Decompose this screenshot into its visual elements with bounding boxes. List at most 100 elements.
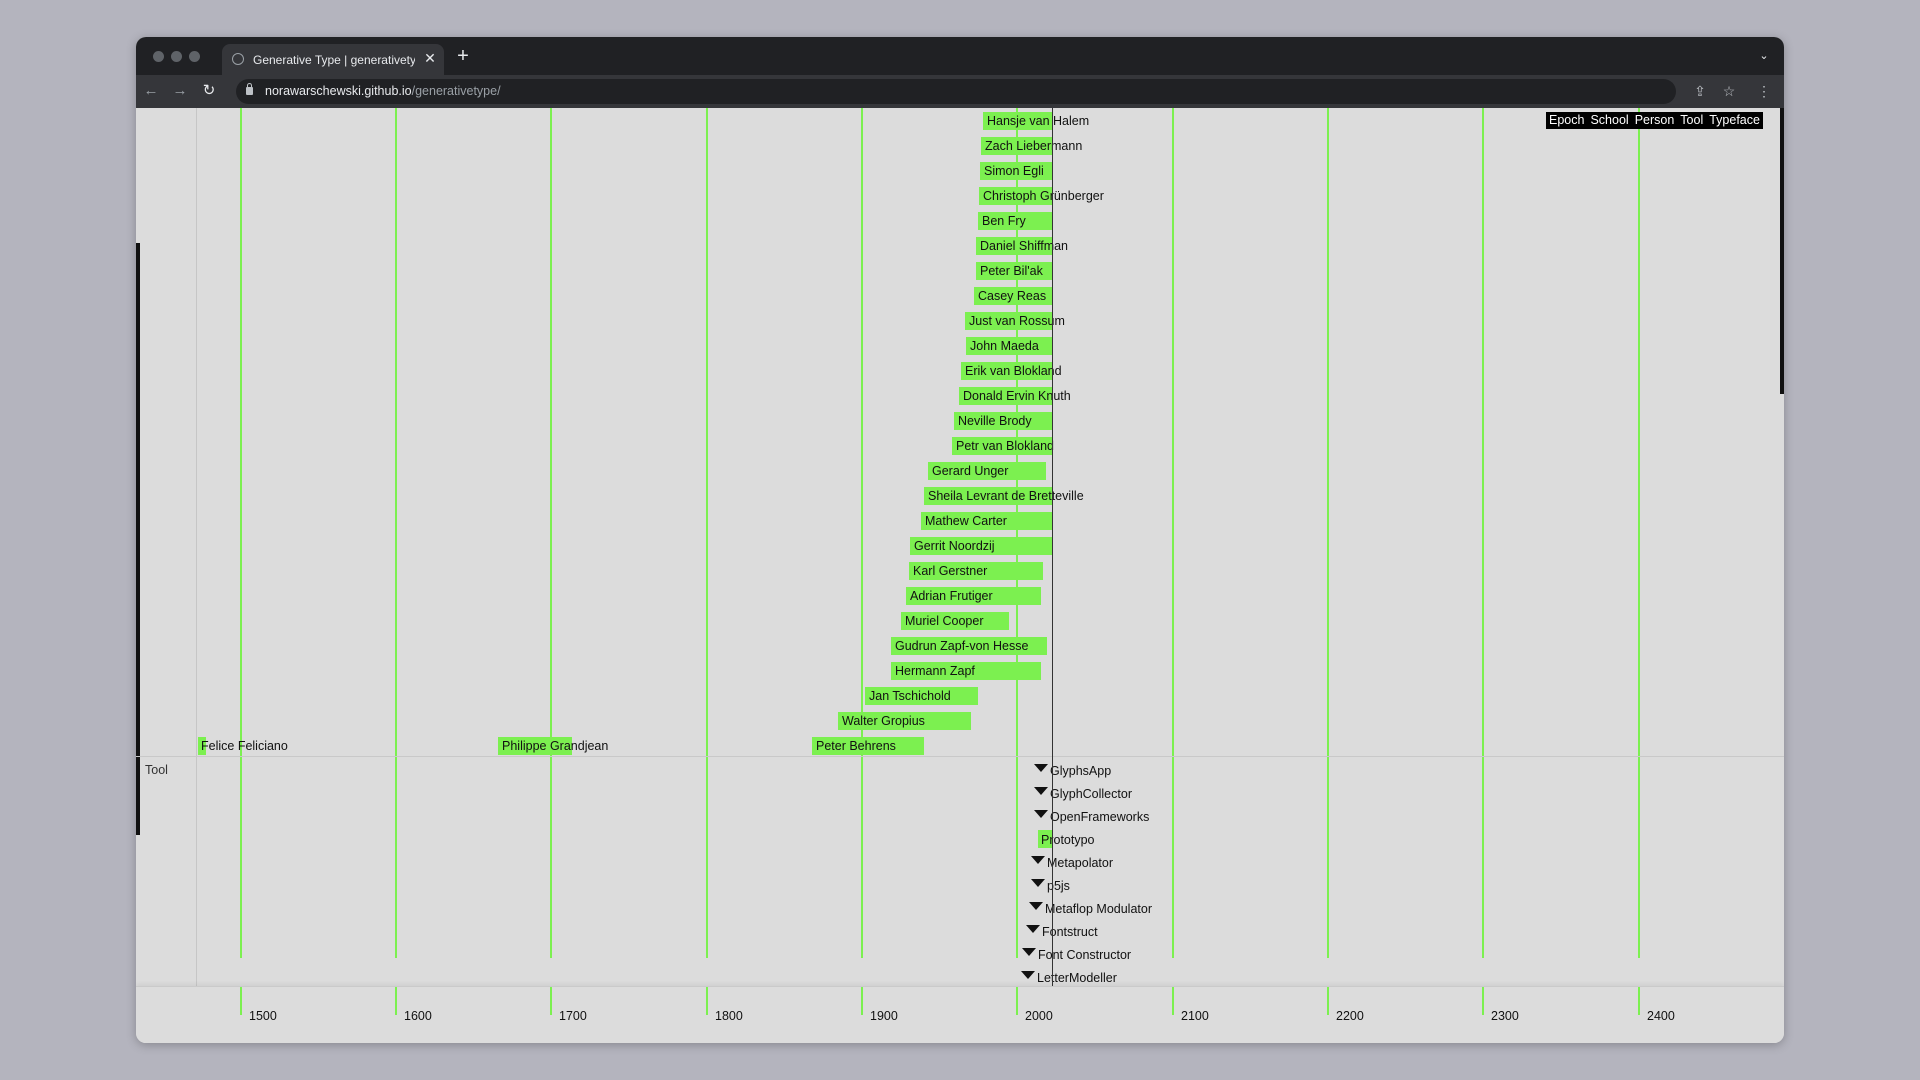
triangle-marker-icon[interactable] <box>1031 879 1045 887</box>
year-tick <box>1638 987 1640 1015</box>
year-label: 2100 <box>1181 1009 1209 1023</box>
year-tick <box>861 987 863 1015</box>
year-label: 1900 <box>870 1009 898 1023</box>
person-label[interactable]: Jan Tschichold <box>869 688 951 704</box>
person-label[interactable]: Walter Gropius <box>842 713 925 729</box>
triangle-marker-icon[interactable] <box>1031 856 1045 864</box>
scroll-indicator-left <box>136 243 140 835</box>
year-label: 1500 <box>249 1009 277 1023</box>
century-gridline <box>1638 108 1640 958</box>
scrollbar-thumb[interactable] <box>1780 108 1784 394</box>
url-text[interactable]: norawarschewski.github.io/generativetype… <box>265 84 501 98</box>
kebab-menu-icon[interactable]: ⋮ <box>1753 80 1775 102</box>
browser-tab[interactable]: Generative Type | generativetype ✕ <box>222 44 444 75</box>
triangle-marker-icon[interactable] <box>1034 810 1048 818</box>
year-label: 2200 <box>1336 1009 1364 1023</box>
person-label[interactable]: Erik van Blokland <box>965 363 1062 379</box>
tab-search-chevron-icon[interactable]: ⌄ <box>1754 46 1774 66</box>
century-gridline <box>240 108 242 958</box>
maximize-window-dot[interactable] <box>189 51 200 62</box>
person-label[interactable]: Gudrun Zapf-von Hesse <box>895 638 1028 654</box>
person-label[interactable]: Hermann Zapf <box>895 663 975 679</box>
url-path: /generativetype/ <box>411 84 501 98</box>
tool-label[interactable]: Metapolator <box>1047 855 1113 871</box>
triangle-marker-icon[interactable] <box>1021 971 1035 979</box>
person-label[interactable]: Sheila Levrant de Bretteville <box>928 488 1084 504</box>
year-tick <box>1327 987 1329 1015</box>
browser-window: Generative Type | generativetype ✕ + ⌄ ←… <box>136 37 1784 1043</box>
new-tab-button[interactable]: + <box>451 44 475 68</box>
person-label[interactable]: Philippe Grandjean <box>502 738 608 754</box>
year-label: 2300 <box>1491 1009 1519 1023</box>
tool-label[interactable]: LetterModeller <box>1037 970 1117 986</box>
tool-label[interactable]: Prototypo <box>1041 832 1095 848</box>
forward-icon[interactable]: → <box>169 80 191 102</box>
person-label[interactable]: Peter Behrens <box>816 738 896 754</box>
person-label[interactable]: Simon Egli <box>984 163 1044 179</box>
triangle-marker-icon[interactable] <box>1034 787 1048 795</box>
filter-tool[interactable]: Tool <box>1680 112 1703 129</box>
year-tick <box>706 987 708 1015</box>
browser-toolbar: ← → ↻ norawarschewski.github.io/generati… <box>136 75 1784 108</box>
minimize-window-dot[interactable] <box>171 51 182 62</box>
person-label[interactable]: Petr van Blokland <box>956 438 1054 454</box>
globe-icon <box>232 53 244 65</box>
person-label[interactable]: Muriel Cooper <box>905 613 984 629</box>
person-label[interactable]: Mathew Carter <box>925 513 1007 529</box>
tool-label[interactable]: p5js <box>1047 878 1070 894</box>
person-label[interactable]: Karl Gerstner <box>913 563 987 579</box>
century-gridline <box>1482 108 1484 958</box>
category-filter-bar: Epoch School Person Tool Typeface <box>1546 112 1763 129</box>
filter-person[interactable]: Person <box>1635 112 1675 129</box>
reload-icon[interactable]: ↻ <box>198 80 220 102</box>
person-label[interactable]: Gerrit Noordzij <box>914 538 995 554</box>
century-gridline <box>1327 108 1329 958</box>
triangle-marker-icon[interactable] <box>1026 925 1040 933</box>
person-label[interactable]: Adrian Frutiger <box>910 588 993 604</box>
year-label: 2400 <box>1647 1009 1675 1023</box>
person-label[interactable]: Daniel Shiffman <box>980 238 1068 254</box>
tool-label[interactable]: Fontstruct <box>1042 924 1098 940</box>
century-gridline <box>706 108 708 958</box>
person-label[interactable]: Donald Ervin Knuth <box>963 388 1071 404</box>
century-gridline <box>550 108 552 958</box>
url-host: norawarschewski.github.io <box>265 84 412 98</box>
close-tab-icon[interactable]: ✕ <box>421 49 439 67</box>
tab-strip: Generative Type | generativetype ✕ + ⌄ <box>136 37 1784 75</box>
year-tick <box>1482 987 1484 1015</box>
timeline-left-edge <box>196 108 197 1043</box>
person-label[interactable]: Christoph Grünberger <box>983 188 1104 204</box>
triangle-marker-icon[interactable] <box>1022 948 1036 956</box>
tool-label[interactable]: OpenFrameworks <box>1050 809 1149 825</box>
century-gridline <box>1172 108 1174 958</box>
person-label[interactable]: Hansje van Halem <box>987 113 1089 129</box>
year-tick <box>1016 987 1018 1015</box>
address-bar[interactable]: norawarschewski.github.io/generativetype… <box>236 79 1676 104</box>
person-label[interactable]: Neville Brody <box>958 413 1032 429</box>
lock-icon[interactable] <box>246 83 253 95</box>
filter-school[interactable]: School <box>1590 112 1628 129</box>
year-axis: 1500 1600 1700 1800 1900 2000 2100 2200 … <box>136 986 1784 1043</box>
person-label[interactable]: Casey Reas <box>978 288 1046 304</box>
filter-epoch[interactable]: Epoch <box>1549 112 1584 129</box>
back-icon[interactable]: ← <box>140 80 162 102</box>
tool-label[interactable]: GlyphCollector <box>1050 786 1132 802</box>
tool-label[interactable]: Metaflop Modulator <box>1045 901 1152 917</box>
person-label[interactable]: Felice Feliciano <box>201 738 288 754</box>
year-label: 1800 <box>715 1009 743 1023</box>
share-icon[interactable]: ⇪ <box>1689 80 1711 102</box>
tool-label[interactable]: GlyphsApp <box>1050 763 1111 779</box>
century-gridline <box>395 108 397 958</box>
person-label[interactable]: Just van Rossum <box>969 313 1065 329</box>
star-icon[interactable]: ☆ <box>1718 80 1740 102</box>
close-window-dot[interactable] <box>153 51 164 62</box>
triangle-marker-icon[interactable] <box>1034 764 1048 772</box>
section-label-tool: Tool <box>145 763 168 777</box>
person-label[interactable]: Ben Fry <box>982 213 1026 229</box>
person-label[interactable]: Peter Bil'ak <box>980 263 1043 279</box>
triangle-marker-icon[interactable] <box>1029 902 1043 910</box>
person-label[interactable]: John Maeda <box>970 338 1039 354</box>
filter-typeface[interactable]: Typeface <box>1709 112 1760 129</box>
person-label[interactable]: Zach Liebermann <box>985 138 1082 154</box>
person-label[interactable]: Gerard Unger <box>932 463 1008 479</box>
